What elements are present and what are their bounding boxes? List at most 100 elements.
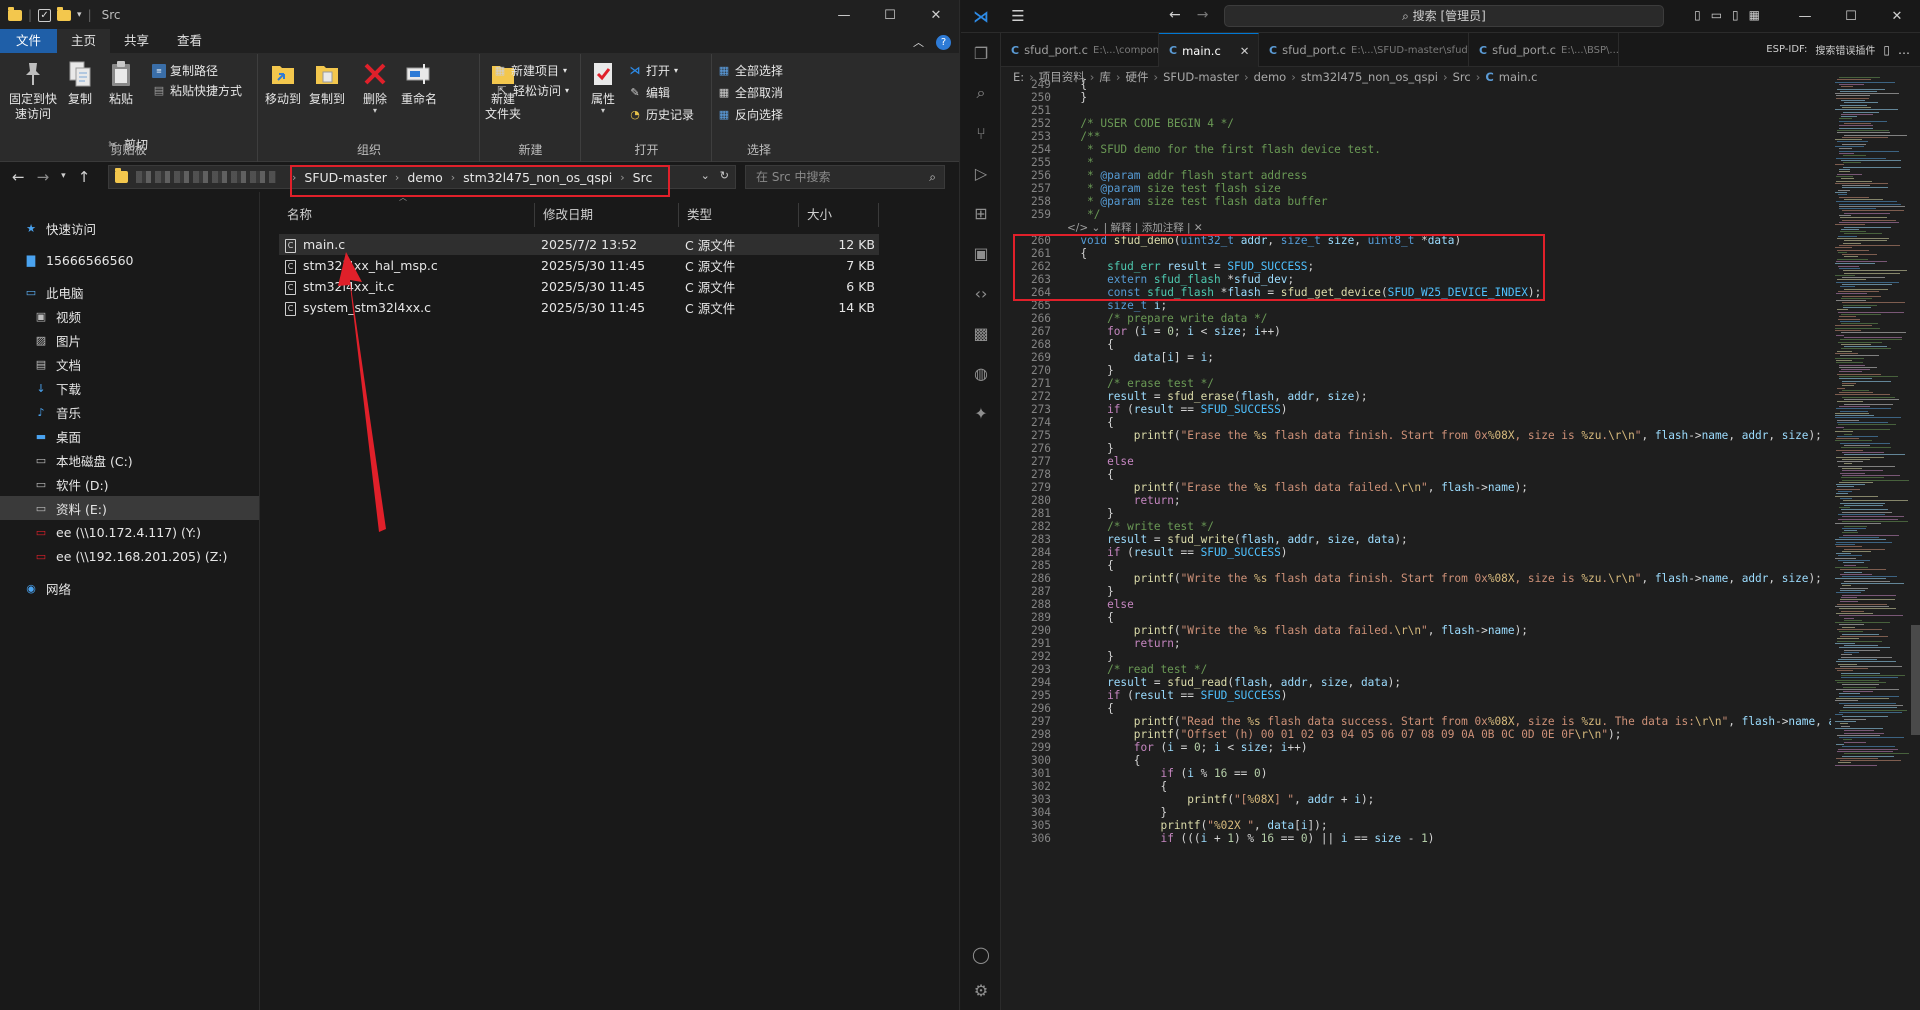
tab-view[interactable]: 查看 bbox=[163, 29, 216, 53]
edit-button[interactable]: ✎ 编辑 bbox=[628, 84, 670, 101]
code-brackets-icon[interactable]: ‹› bbox=[961, 273, 1001, 313]
split-editor-icon[interactable]: ▯ bbox=[1883, 43, 1890, 57]
crumb-stm32l475[interactable]: stm32l475_non_os_qspi bbox=[463, 170, 612, 185]
copilot-icon[interactable]: ✦ bbox=[961, 393, 1001, 433]
quick-access-dropdown-icon[interactable]: ▾ bbox=[77, 10, 82, 20]
nav-back-icon[interactable]: ← bbox=[1169, 7, 1181, 23]
new-item-button[interactable]: ▦ 新建项目 ▾ bbox=[495, 62, 567, 79]
maximize-button[interactable]: ☐ bbox=[867, 0, 913, 30]
refresh-icon[interactable]: ↻ bbox=[720, 169, 729, 182]
nav-this-pc[interactable]: ▭ 此电脑 bbox=[0, 280, 259, 304]
hamburger-menu-icon[interactable]: ☰ bbox=[1001, 7, 1035, 25]
nav-network[interactable]: ◉ 网络 bbox=[0, 576, 259, 600]
esp-idf-label[interactable]: ESP-IDF: bbox=[1766, 44, 1807, 55]
account-icon[interactable]: ◯ bbox=[961, 934, 1001, 974]
tab-main-c[interactable]: C main.c ✕ bbox=[1159, 33, 1259, 67]
editor-scrollbar[interactable] bbox=[1911, 625, 1920, 735]
nav-drive-e[interactable]: ▭ 资料 (E:) bbox=[0, 496, 259, 520]
rename-button[interactable]: 重命名 bbox=[397, 58, 441, 107]
address-dropdown-icon[interactable]: ⌄ bbox=[701, 169, 710, 182]
column-size[interactable]: 大小 bbox=[799, 203, 879, 227]
remote-explorer-icon[interactable]: ▣ bbox=[961, 233, 1001, 273]
tab-sfud-port-1[interactable]: C sfud_port.c E:\...\components\... bbox=[1001, 33, 1159, 67]
open-button[interactable]: ⋊ 打开 ▾ bbox=[628, 62, 679, 79]
chip-icon[interactable]: ▩ bbox=[961, 313, 1001, 353]
crumb-src[interactable]: Src bbox=[633, 170, 653, 185]
nav-documents[interactable]: ▤ 文档 bbox=[0, 352, 259, 376]
delete-button[interactable]: 删除 ▾ bbox=[357, 58, 393, 115]
paste-button[interactable]: 粘贴 bbox=[102, 58, 140, 107]
nav-pictures[interactable]: ▨ 图片 bbox=[0, 328, 259, 352]
tab-file[interactable]: 文件 bbox=[0, 29, 58, 53]
toggle-panel-icon[interactable]: ▭ bbox=[1711, 8, 1722, 22]
tab-home[interactable]: 主页 bbox=[57, 29, 111, 53]
properties-quick-icon[interactable]: ✓ bbox=[38, 8, 52, 22]
tab-sfud-port-3[interactable]: C sfud_port.c E:\...\BSP\... bbox=[1469, 33, 1619, 67]
column-name[interactable]: 名称 bbox=[279, 203, 535, 227]
recent-dropdown-icon[interactable]: ▾ bbox=[61, 168, 66, 186]
source-control-icon[interactable]: ⑂ bbox=[961, 113, 1001, 153]
select-none-button[interactable]: ▦ 全部取消 bbox=[717, 84, 783, 101]
toggle-sidebar-icon[interactable]: ▯ bbox=[1694, 8, 1701, 22]
tab-close-icon[interactable]: ✕ bbox=[1240, 44, 1250, 58]
new-folder-quick-icon[interactable] bbox=[57, 6, 72, 21]
nav-quick-access[interactable]: ★ 快速访问 bbox=[0, 216, 259, 240]
code-editor[interactable]: 249 {250 } 251 252 /* USER CODE BEGIN 4 */… bbox=[1001, 77, 1831, 1010]
nav-downloads[interactable]: ↓ 下载 bbox=[0, 376, 259, 400]
extensions-icon[interactable]: ⊞ bbox=[961, 193, 1001, 233]
nav-drive-d[interactable]: ▭ 软件 (D:) bbox=[0, 472, 259, 496]
invert-selection-button[interactable]: ▦ 反向选择 bbox=[717, 106, 783, 123]
file-row[interactable]: C stm32l4xx_hal_msp.c 2025/5/30 11:45 C … bbox=[279, 255, 879, 276]
paste-shortcut-button[interactable]: ▤ 粘贴快捷方式 bbox=[152, 82, 242, 99]
address-bar[interactable]: › SFUD-master › demo › stm32l475_non_os_… bbox=[108, 165, 736, 189]
close-button[interactable]: ✕ bbox=[1874, 0, 1920, 33]
collapse-ribbon-icon[interactable]: ︿ bbox=[913, 34, 924, 50]
minimize-button[interactable]: — bbox=[821, 0, 867, 30]
properties-dropdown-icon[interactable]: ▾ bbox=[601, 107, 605, 115]
minimap[interactable] bbox=[1831, 77, 1920, 1010]
crumb-demo[interactable]: demo bbox=[407, 170, 442, 185]
esp-idf-search-label[interactable]: 搜索错误插件 bbox=[1815, 42, 1875, 57]
move-to-button[interactable]: 移动到 bbox=[261, 58, 305, 107]
back-arrow-icon[interactable]: ← bbox=[12, 168, 25, 186]
close-button[interactable]: ✕ bbox=[913, 0, 959, 30]
file-row[interactable]: C stm32l4xx_it.c 2025/5/30 11:45 C 源文件 6… bbox=[279, 276, 879, 297]
nav-music[interactable]: ♪ 音乐 bbox=[0, 400, 259, 424]
nav-drive-c[interactable]: ▭ 本地磁盘 (C:) bbox=[0, 448, 259, 472]
crumb-sfud-master[interactable]: SFUD-master bbox=[304, 170, 387, 185]
properties-button[interactable]: 属性 ▾ bbox=[586, 58, 620, 115]
gear-icon[interactable]: ⚙ bbox=[961, 970, 1001, 1010]
nav-forward-icon[interactable]: → bbox=[1197, 7, 1209, 23]
command-center-search[interactable]: ⌕ 搜索 [管理员] bbox=[1224, 5, 1664, 27]
nav-network-z[interactable]: ▭ ee (\\192.168.201.205) (Z:) bbox=[0, 544, 259, 568]
easy-access-button[interactable]: ⇱ 轻松访问 ▾ bbox=[495, 82, 569, 99]
history-button[interactable]: ◔ 历史记录 bbox=[628, 106, 694, 123]
search-input[interactable]: 在 Src 中搜索 ⌕ bbox=[745, 165, 945, 189]
column-modified[interactable]: 修改日期 bbox=[535, 203, 679, 227]
nav-network-y[interactable]: ▭ ee (\\10.172.4.117) (Y:) bbox=[0, 520, 259, 544]
select-all-button[interactable]: ▦ 全部选择 bbox=[717, 62, 783, 79]
column-type[interactable]: 类型 bbox=[679, 203, 799, 227]
nav-user[interactable]: ▇ 15666566560 bbox=[0, 248, 259, 272]
more-actions-icon[interactable]: … bbox=[1898, 43, 1910, 57]
search-icon[interactable]: ⌕ bbox=[961, 73, 1001, 113]
customize-layout-icon[interactable]: ▦ bbox=[1749, 8, 1760, 22]
explorer-files-icon[interactable]: ❐ bbox=[961, 33, 1001, 73]
tab-sfud-port-2[interactable]: C sfud_port.c E:\...\SFUD-master\sfud\..… bbox=[1259, 33, 1469, 67]
file-row[interactable]: C main.c 2025/7/2 13:52 C 源文件 12 KB bbox=[279, 234, 879, 255]
nav-video[interactable]: ▣ 视频 bbox=[0, 304, 259, 328]
timeline-icon[interactable]: ◍ bbox=[961, 353, 1001, 393]
copy-button[interactable]: 复制 bbox=[62, 58, 98, 107]
copy-path-button[interactable]: ≡ 复制路径 bbox=[152, 62, 218, 79]
file-row[interactable]: C system_stm32l4xx.c 2025/5/30 11:45 C 源… bbox=[279, 297, 879, 318]
run-debug-icon[interactable]: ▷ bbox=[961, 153, 1001, 193]
help-icon[interactable]: ? bbox=[936, 34, 951, 50]
delete-dropdown-icon[interactable]: ▾ bbox=[373, 107, 377, 115]
up-arrow-icon[interactable]: ↑ bbox=[78, 168, 91, 186]
copy-to-button[interactable]: 复制到 bbox=[305, 58, 349, 107]
nav-desktop[interactable]: ▬ 桌面 bbox=[0, 424, 259, 448]
tab-share[interactable]: 共享 bbox=[110, 29, 163, 53]
forward-arrow-icon[interactable]: → bbox=[37, 168, 50, 186]
maximize-button[interactable]: ☐ bbox=[1828, 0, 1874, 33]
minimize-button[interactable]: — bbox=[1782, 0, 1828, 33]
